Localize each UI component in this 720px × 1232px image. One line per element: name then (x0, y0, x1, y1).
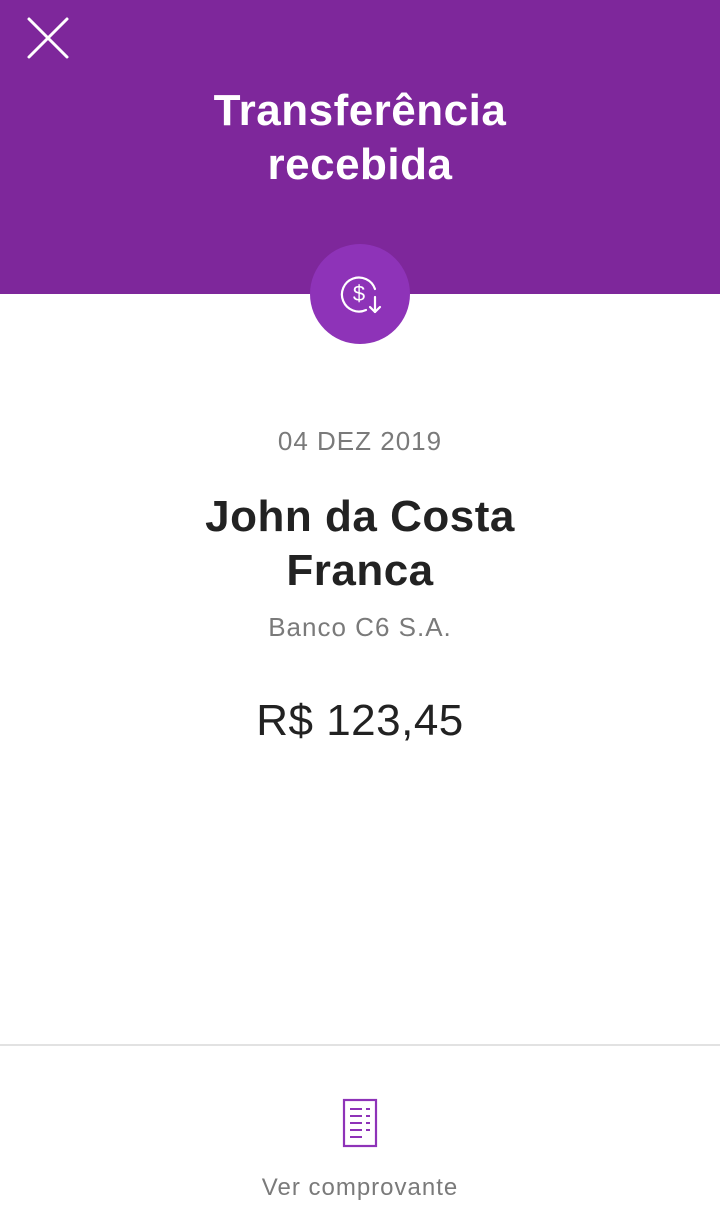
sender-name-line-1: John da Costa (205, 492, 515, 541)
receipt-icon (342, 1098, 378, 1148)
money-receive-icon: $ (340, 276, 382, 314)
view-receipt-label: Ver comprovante (261, 1174, 459, 1201)
sender-name: John da Costa Franca (150, 490, 570, 598)
sender-name-line-2: Franca (286, 546, 434, 595)
close-button[interactable] (22, 12, 74, 64)
divider (0, 1044, 720, 1046)
page-title: Transferência recebida (0, 84, 720, 192)
view-receipt-button[interactable]: Ver comprovante (210, 1090, 510, 1210)
page-title-line-2: recebida (267, 140, 453, 189)
transfer-badge: $ (310, 244, 410, 344)
close-icon (27, 17, 69, 59)
transfer-amount: R$ 123,45 (256, 696, 464, 745)
page-title-line-1: Transferência (213, 86, 507, 135)
transfer-date: 04 DEZ 2019 (277, 426, 443, 456)
svg-text:$: $ (353, 281, 365, 306)
sender-bank: Banco C6 S.A. (268, 612, 452, 642)
